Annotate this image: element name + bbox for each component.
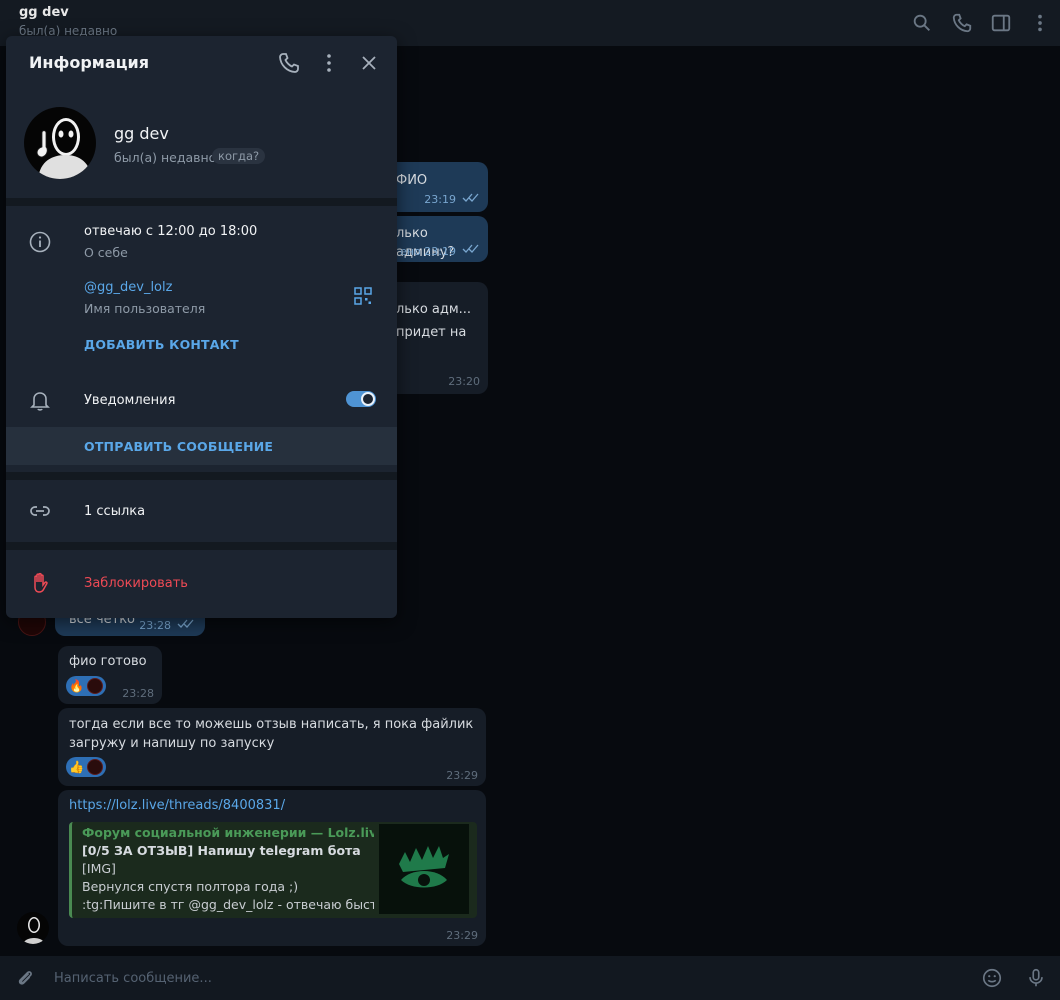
message-input[interactable]: Написать сообщение... [54, 971, 212, 986]
site-logo-icon [399, 846, 449, 888]
user-avatar-icon [23, 917, 45, 944]
read-checks-icon [462, 193, 479, 202]
username-link[interactable]: @gg_dev_lolz [84, 280, 172, 295]
profile-name: gg dev [114, 124, 169, 143]
message-time: 23:28 [139, 619, 171, 632]
profile-status: был(а) недавно [114, 150, 217, 165]
close-icon[interactable] [357, 51, 381, 75]
link-preview-text: :tg:Пишите в тг @gg_dev_lolz - отвечаю б… [82, 897, 374, 912]
link-icon [30, 506, 50, 516]
info-icon [29, 231, 51, 253]
reaction-badge[interactable]: 🔥 [66, 676, 106, 696]
qr-code-icon[interactable] [353, 286, 373, 306]
message-text: ФИО [396, 173, 428, 188]
search-icon[interactable] [911, 12, 933, 34]
reaction-emoji: 👍 [69, 760, 84, 774]
link-preview-title: [0/5 ЗА ОТЗЫВ] Напишу telegram бота [82, 843, 361, 858]
more-icon[interactable] [1029, 12, 1051, 34]
bell-icon [30, 392, 50, 411]
message-bubble[interactable]: фио готово 🔥 23:28 [58, 646, 162, 704]
last-seen-hint[interactable]: когда? [212, 148, 266, 164]
message-composer: Написать сообщение... [0, 956, 1060, 1000]
reaction-badge[interactable]: 👍 [66, 757, 106, 777]
toggle-knob [361, 392, 375, 406]
phone-icon[interactable] [951, 12, 973, 34]
bio-text: отвечаю с 12:00 до 18:00 [84, 224, 258, 239]
shared-links-item[interactable]: 1 ссылка [84, 504, 145, 519]
read-checks-icon [177, 619, 194, 628]
send-message-button[interactable]: ОТПРАВИТЬ СООБЩЕНИЕ [6, 427, 397, 465]
bio-label: О себе [84, 245, 128, 260]
message-time: 23:19 [424, 193, 456, 206]
message-time: 23:28 [122, 687, 154, 700]
notifications-toggle[interactable] [346, 391, 376, 407]
read-checks-icon [462, 244, 479, 253]
link-preview-thumbnail [379, 824, 469, 914]
notifications-label: Уведомления [84, 393, 176, 408]
message-time: 23:29 [446, 769, 478, 782]
message-time: 23:20 [448, 375, 480, 388]
section-divider [6, 542, 397, 550]
block-hand-icon [34, 572, 48, 593]
message-time: ено 23:19 [400, 245, 456, 258]
more-icon[interactable] [317, 51, 341, 75]
section-divider [6, 472, 397, 480]
user-info-panel: Информация gg dev был(а) недавно когда? … [6, 36, 397, 618]
add-contact-button[interactable]: ДОБАВИТЬ КОНТАКТ [84, 337, 239, 352]
reaction-avatar [86, 678, 103, 694]
message-bubble[interactable]: тогда если все то можешь отзыв написать,… [58, 708, 486, 786]
profile-figure-icon [36, 118, 92, 179]
section-divider [6, 198, 397, 206]
link-preview-site: Форум социальной инженерии — Lolz.live..… [82, 825, 374, 840]
link-preview-text: Вернулся спустя полтора года ;) [82, 879, 299, 894]
chat-title[interactable]: gg dev [19, 5, 69, 20]
link-preview-text: [IMG] [82, 861, 116, 876]
username-label: Имя пользователя [84, 301, 206, 316]
attach-icon[interactable] [14, 967, 36, 989]
message-text: лько адм... придет на [396, 302, 472, 340]
panel-title: Информация [29, 53, 149, 72]
send-message-label: ОТПРАВИТЬ СООБЩЕНИЕ [84, 439, 274, 454]
message-time: 23:29 [446, 929, 478, 942]
message-link[interactable]: https://lolz.live/threads/8400831/ [69, 796, 285, 815]
emoji-icon[interactable] [981, 967, 1003, 989]
link-preview[interactable]: Форум социальной инженерии — Lolz.live..… [69, 822, 477, 918]
avatar[interactable] [17, 912, 49, 944]
microphone-icon[interactable] [1025, 966, 1047, 990]
message-text: тогда если все то можешь отзыв написать,… [69, 717, 474, 751]
sidebar-toggle-icon[interactable] [990, 12, 1012, 34]
profile-avatar[interactable] [24, 107, 96, 179]
reaction-emoji: 🔥 [69, 679, 84, 693]
block-user-button[interactable]: Заблокировать [84, 576, 188, 591]
reaction-avatar [86, 759, 103, 775]
call-icon[interactable] [277, 51, 301, 75]
message-text: фио готово [69, 654, 147, 669]
